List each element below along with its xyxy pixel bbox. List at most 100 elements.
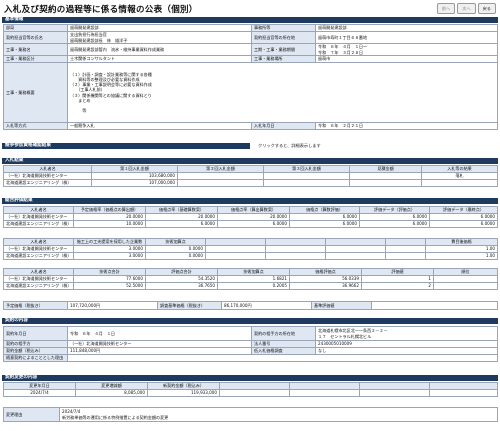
table-cell: 20.0000 bbox=[217, 213, 290, 221]
table-cell bbox=[205, 245, 266, 253]
competition-header[interactable]: 競争参加資格確認結果 bbox=[2, 143, 250, 149]
prev-button[interactable]: 前へ bbox=[436, 3, 456, 14]
value-work-category: 土木関係コンサルタント bbox=[67, 55, 252, 63]
table-cell: 1.6821 bbox=[217, 275, 290, 283]
table-row: （一社）北海道開発技術センター 77.6000 54.3520 1.6821 56.0… bbox=[3, 275, 498, 283]
table-cell: 119,933,000 bbox=[147, 389, 220, 397]
table-cell: 8,085,000 bbox=[75, 389, 148, 397]
table-cell: 0.0000 bbox=[145, 245, 206, 253]
table-cell: 6.0000 bbox=[217, 220, 290, 228]
table-cell: 0.0000 bbox=[145, 252, 206, 260]
column-header: 変更年月日 bbox=[3, 382, 76, 390]
table-cell bbox=[433, 275, 498, 283]
value-corp-number: 2430005010009 bbox=[315, 340, 498, 348]
table-cell bbox=[177, 179, 264, 187]
competition-note: クリックすると、詳細表示します bbox=[258, 143, 321, 148]
column-header bbox=[325, 238, 386, 246]
label-officer: 契約担当官等の氏名 bbox=[3, 31, 68, 44]
column-header: 入札等の結果 bbox=[421, 165, 498, 173]
table-cell: 6.0000 bbox=[429, 213, 498, 221]
table-cell: 6.0000 bbox=[289, 220, 360, 228]
table-cell: （一社）北海道開発技術センター bbox=[3, 172, 92, 180]
column-header: 技術点合計 bbox=[73, 268, 146, 276]
column-header: 評価値 bbox=[361, 268, 434, 276]
table-cell bbox=[265, 245, 326, 253]
table-cell: 北海道建設エンジニアリング（株） bbox=[3, 282, 74, 290]
label-contract-amount: 契約金額（税込み） bbox=[3, 347, 68, 355]
table-cell bbox=[433, 282, 498, 290]
change-table: 変更年月日 変更増減額 新契約金額（税込み） 2024/7/4 8,085,000 11… bbox=[3, 382, 498, 397]
column-header: 技術加算点 bbox=[217, 268, 290, 276]
table-cell bbox=[429, 389, 498, 397]
table-cell bbox=[421, 179, 498, 187]
value-officer-address: 留萌市寿町１丁目６８番地 bbox=[315, 31, 498, 44]
label-planned-price: 予定価格（税抜き） bbox=[3, 301, 68, 310]
basic-info-header: 基本情報 bbox=[2, 17, 498, 23]
column-header: 入札者名 bbox=[3, 238, 74, 246]
table-row: 北海道建設エンジニアリング（株） 10.0000 6.0000 6.0000 6.00… bbox=[3, 220, 498, 228]
column-header: 入札者名 bbox=[3, 268, 74, 276]
table-cell bbox=[325, 252, 386, 260]
table-cell: 2024/7/4 bbox=[3, 389, 76, 397]
label-change-reason: 変更理由 bbox=[3, 407, 60, 422]
label-partner: 契約の相手方 bbox=[3, 340, 68, 348]
table-cell: 20.0000 bbox=[73, 213, 146, 221]
column-header: 評価データ（評価点） bbox=[359, 206, 430, 214]
evaluation-table-1: 入札者名 予定価格率（価格点の算出額） 価格点率（基礎算数案） 価格点率（算出算数案）… bbox=[3, 206, 498, 228]
table-cell bbox=[385, 245, 426, 253]
value-bid-date: 令和 ６年 ２月２１日 bbox=[315, 122, 498, 130]
column-header: 費目後価格 bbox=[425, 238, 498, 246]
column-header: 技術加算点 bbox=[145, 238, 206, 246]
column-header: 施工上の工夫提案を採用した企業数 bbox=[73, 238, 146, 246]
table-cell: 56.0339 bbox=[289, 275, 362, 283]
table-cell bbox=[263, 172, 350, 180]
label-work-period: 工期・工事・業務期間 bbox=[251, 43, 316, 56]
table-row: 北海道建設エンジニアリング（株） 107,000,000 bbox=[3, 179, 498, 187]
table-cell: 北海道建設エンジニアリング（株） bbox=[3, 220, 74, 228]
basic-info-table: 部局 留萌開発建設部 事務所等 留萌開発建設部 契約担当官等の氏名 支出負担行為… bbox=[3, 24, 498, 130]
table-cell: 36.7650 bbox=[145, 282, 218, 290]
column-header: 価格点（算数評価） bbox=[289, 206, 360, 214]
price-table: 予定価格（税抜き） 107,720,000円 調査基準価格（税抜き） 86,17… bbox=[3, 301, 498, 310]
value-base-score bbox=[371, 301, 498, 310]
value-partner-address: 北海道札幌市北区北一一条西２－２－ １７ セントラル札幌北ビル bbox=[315, 326, 498, 341]
table-row: （一社）北海道開発技術センター 20.0000 20.0000 20.0000 6.0… bbox=[3, 213, 498, 221]
label-work-name: 工事・業務名 bbox=[3, 43, 68, 56]
table-row: （一社）北海道開発技術センター 103,680,000 落札 bbox=[3, 172, 498, 180]
label-contract-date: 契約年月日 bbox=[3, 326, 68, 341]
back-button[interactable]: 戻る bbox=[477, 3, 496, 14]
table-cell: 54.3520 bbox=[145, 275, 218, 283]
change-reason-table: 変更理由 2024/7/4 新労務単価等の運用に係る特例措置による契約金額の変更 bbox=[3, 407, 498, 422]
value-partner: （一社）北海道開発技術センター bbox=[67, 340, 252, 348]
table-cell bbox=[219, 389, 290, 397]
table-cell: （一社）北海道開発技術センター bbox=[3, 245, 74, 253]
value-summary: （１）計画・調査・設計業務等に関する各種 資料等の整理及び必要な資料作成 （２）… bbox=[67, 62, 498, 123]
table-cell: 2 bbox=[361, 282, 434, 290]
column-header: 第２回入札金額 bbox=[177, 165, 264, 173]
label-summary: 工事・業務概要 bbox=[3, 62, 68, 123]
evaluation-header: 総合評価結果 bbox=[2, 198, 498, 204]
table-cell: （一社）北海道開発技術センター bbox=[3, 213, 74, 221]
next-button[interactable]: 次へ bbox=[457, 3, 476, 14]
table-cell: 6.0000 bbox=[429, 220, 498, 228]
table-cell: 103,680,000 bbox=[91, 172, 178, 180]
label-base-score: 基準評価値 bbox=[311, 301, 372, 310]
column-header: 見積金額 bbox=[349, 165, 422, 173]
table-cell bbox=[205, 252, 266, 260]
label-discretionary-reason: 随意契約によることとした理由 bbox=[3, 354, 68, 362]
table-cell: 3.0000 bbox=[73, 252, 146, 260]
table-cell bbox=[289, 389, 360, 397]
table-cell bbox=[359, 389, 430, 397]
value-discretionary-reason bbox=[67, 354, 498, 362]
value-work-place: 留萌市 bbox=[315, 55, 498, 63]
table-cell: 0.2005 bbox=[217, 282, 290, 290]
bid-result-header: 入札結果 bbox=[2, 158, 498, 164]
label-low-bid-survey: 低入札価格調査 bbox=[251, 347, 316, 355]
label-office: 事務所等 bbox=[251, 24, 316, 32]
column-header: 価格点率（算出算数案） bbox=[217, 206, 290, 214]
table-cell bbox=[325, 245, 386, 253]
column-header: 変更増減額 bbox=[75, 382, 148, 390]
value-change-reason: 2024/7/4 新労務単価等の運用に係る特例措置による契約金額の変更 bbox=[59, 407, 498, 422]
table-cell: 北海道建設エンジニアリング（株） bbox=[3, 252, 74, 260]
label-bid-date: 入札年月日 bbox=[251, 122, 316, 130]
